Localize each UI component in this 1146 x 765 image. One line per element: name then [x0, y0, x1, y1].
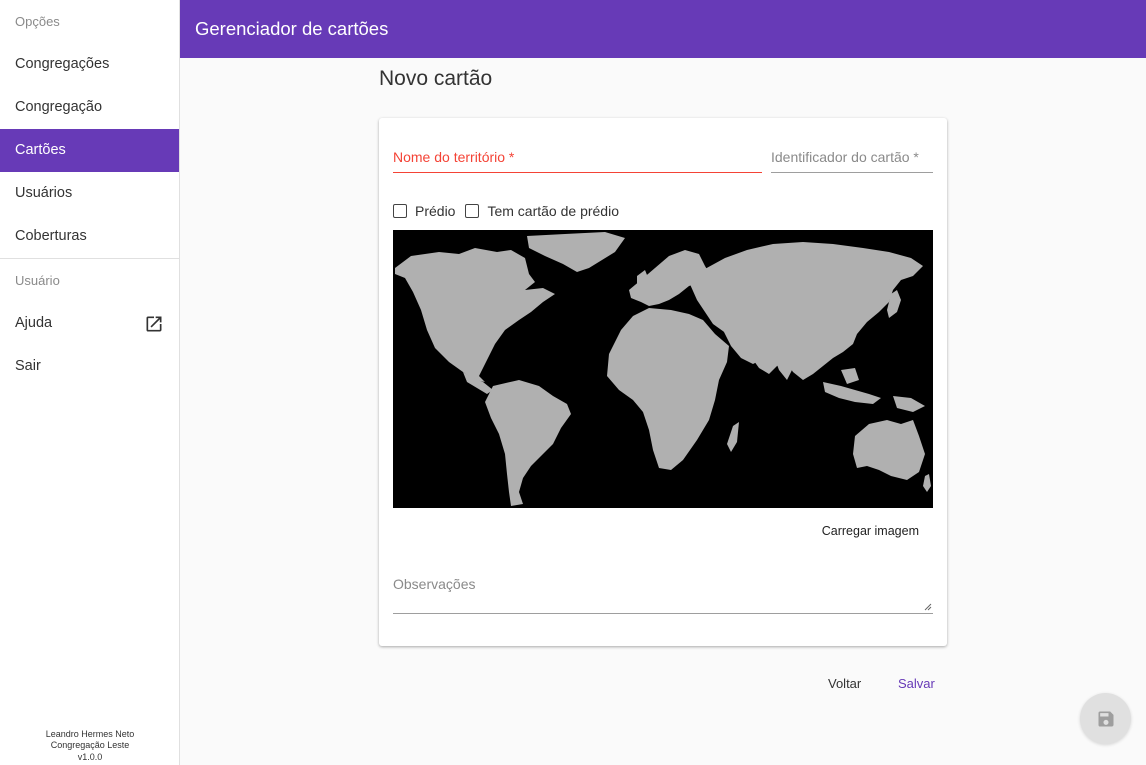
upload-image-button[interactable]: Carregar imagem [813, 524, 933, 540]
save-icon [1098, 711, 1113, 726]
continent-new-guinea [893, 396, 925, 412]
sidebar-item-ajuda[interactable]: Ajuda [0, 302, 179, 345]
continent-borneo [841, 368, 859, 384]
continent-australia [853, 420, 925, 480]
sidebar-item-coberturas[interactable]: Coberturas [0, 215, 179, 258]
notes-underline [393, 613, 933, 614]
continent-south-america [485, 380, 571, 506]
save-button[interactable]: Salvar [898, 676, 935, 691]
continent-north-america [395, 248, 555, 382]
continent-africa [607, 308, 729, 470]
sidebar-item-congregacao[interactable]: Congregação [0, 86, 179, 129]
sidebar-item-usuarios[interactable]: Usuários [0, 172, 179, 215]
world-map-image [395, 232, 931, 506]
card-id-field[interactable]: Identificador do cartão * [771, 149, 933, 173]
card-id-underline [771, 172, 933, 173]
checkbox-tem-cartao-predio-label[interactable]: Tem cartão de prédio [487, 203, 619, 219]
notes-textarea[interactable]: Observações [393, 576, 933, 614]
continent-new-zealand [923, 474, 931, 492]
card-id-label: Identificador do cartão * [771, 149, 919, 165]
sidebar-subheader-options: Opções [15, 14, 60, 29]
footer-user-name: Leandro Hermes Neto [45, 728, 135, 739]
checkbox-tem-cartao-predio[interactable] [465, 204, 480, 218]
app-title: Gerenciador de cartões [195, 18, 389, 39]
territory-name-underline [393, 172, 762, 173]
continent-greenland [527, 232, 625, 272]
footer-congregation: Congregação Leste [50, 740, 130, 750]
territory-name-label: Nome do território * [393, 149, 515, 165]
checkbox-row: Prédio Tem cartão de prédio [393, 202, 629, 220]
sidebar-item-label: Ajuda [15, 315, 53, 331]
continent-southeast-asia [823, 382, 881, 404]
sidebar: Opções Congregações Congregação Cartões … [0, 0, 180, 765]
sidebar-item-congregacoes[interactable]: Congregações [0, 43, 179, 86]
page-title: Novo cartão [379, 67, 493, 90]
app-bar: Gerenciador de cartões [180, 0, 1146, 58]
card-form: Nome do território * Identificador do ca… [379, 118, 947, 646]
checkbox-predio[interactable] [393, 204, 407, 218]
notes-label: Observações [393, 576, 476, 592]
card-image-preview [393, 230, 933, 508]
sidebar-item-sair[interactable]: Sair [0, 345, 179, 388]
sidebar-footer: Leandro Hermes Neto Congregação Leste v1… [0, 729, 180, 764]
back-button[interactable]: Voltar [828, 676, 861, 691]
continent-madagascar [727, 422, 739, 452]
resize-handle-icon[interactable] [924, 603, 932, 611]
save-fab-button[interactable] [1080, 693, 1131, 744]
sidebar-subheader-user: Usuário [15, 273, 60, 288]
footer-version: v1.0.0 [77, 751, 103, 762]
territory-name-field[interactable]: Nome do território * [393, 149, 762, 173]
sidebar-item-cartoes[interactable]: Cartões [0, 129, 179, 172]
open-in-new-icon [146, 316, 162, 332]
checkbox-predio-label[interactable]: Prédio [415, 203, 455, 219]
